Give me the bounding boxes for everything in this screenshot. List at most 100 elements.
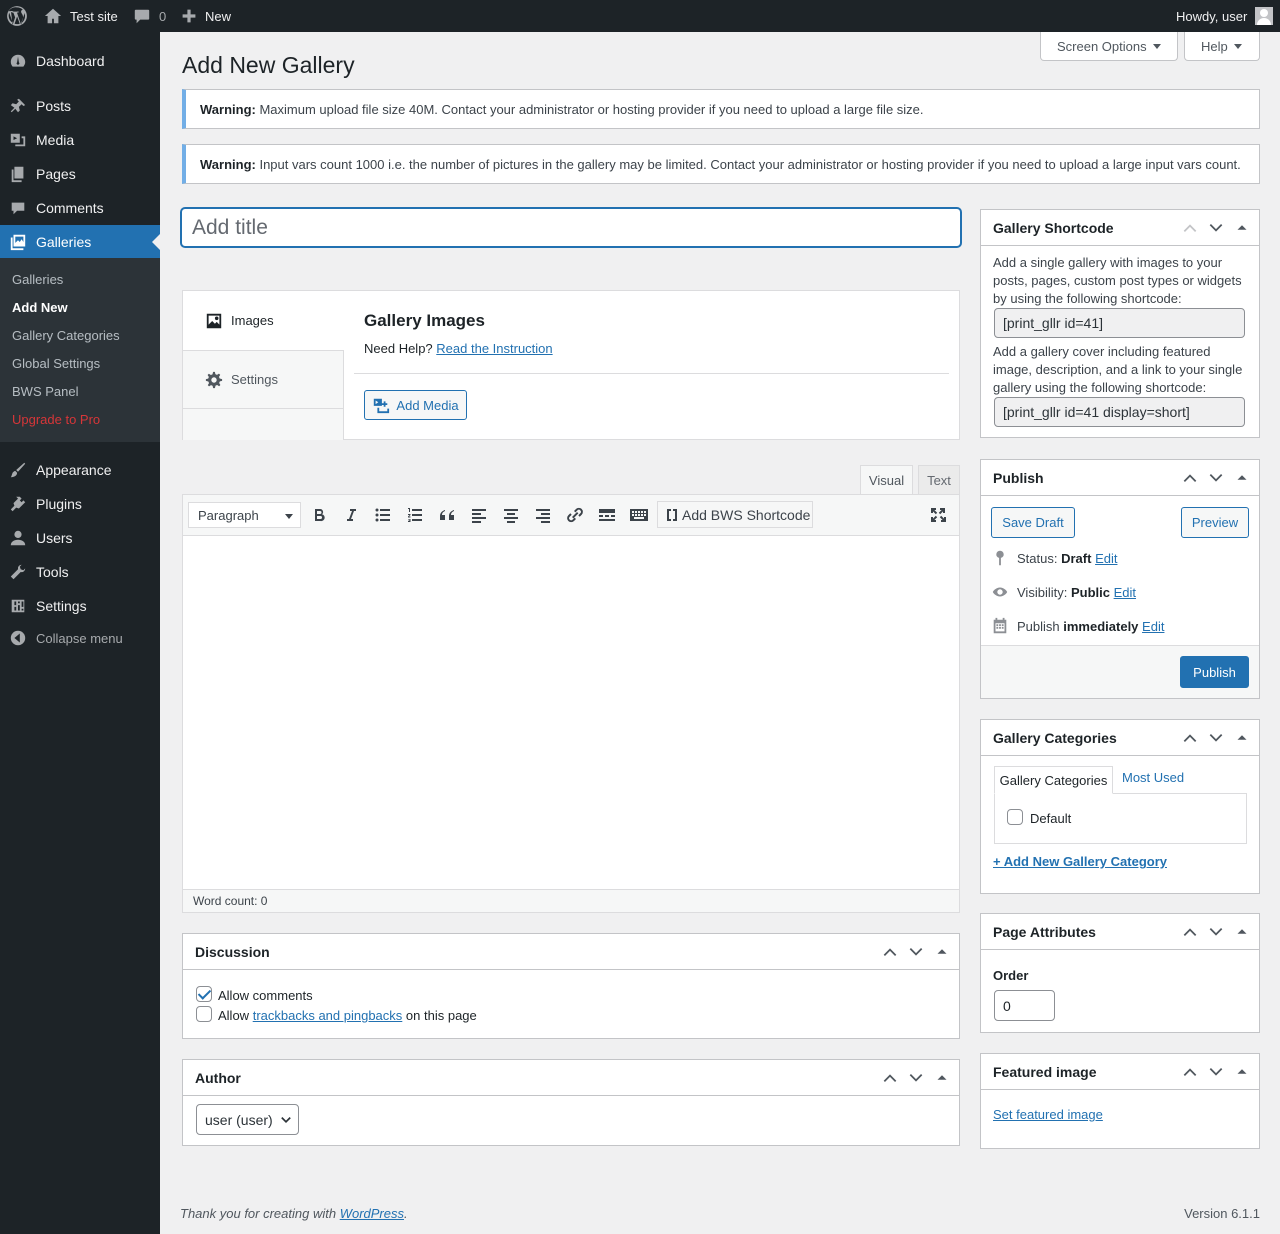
- submenu-item-bws-panel[interactable]: BWS Panel: [12, 384, 78, 399]
- collapse-triangle-icon[interactable]: [1233, 219, 1251, 237]
- bulleted-list-button[interactable]: [371, 502, 395, 528]
- tab-most-used[interactable]: Most Used: [1122, 770, 1184, 785]
- sidebar-item-plugins[interactable]: Plugins: [0, 487, 160, 521]
- shortcode-cover-field[interactable]: [print_gllr id=41 display=short]: [994, 397, 1245, 427]
- tab-images[interactable]: Images: [183, 291, 344, 350]
- screen-options-button[interactable]: Screen Options: [1040, 32, 1178, 61]
- chevron-down-icon[interactable]: [1207, 923, 1225, 941]
- add-bws-shortcode-button[interactable]: Add BWS Shortcode: [657, 501, 813, 528]
- chevron-down-icon[interactable]: [1207, 1063, 1225, 1081]
- sidebar-item-settings[interactable]: Settings: [0, 589, 160, 623]
- read-instruction-link[interactable]: Read the Instruction: [436, 341, 552, 356]
- tab-label: Images: [231, 313, 274, 328]
- tab-all-categories[interactable]: Gallery Categories: [994, 766, 1113, 794]
- edit-visibility-link[interactable]: Edit: [1114, 585, 1136, 600]
- insert-link-button[interactable]: [563, 502, 587, 528]
- chevron-up-icon[interactable]: [1181, 469, 1199, 487]
- submenu-item-gallery-categories[interactable]: Gallery Categories: [12, 328, 120, 343]
- user-icon: [8, 528, 28, 548]
- author-select[interactable]: user (user): [196, 1104, 299, 1135]
- save-draft-button[interactable]: Save Draft: [991, 507, 1075, 538]
- post-title-input[interactable]: [181, 208, 961, 247]
- shortcode-field[interactable]: [print_gllr id=41]: [994, 308, 1245, 338]
- chevron-up-icon[interactable]: [1181, 729, 1199, 747]
- allow-comments-checkbox[interactable]: [196, 986, 212, 1002]
- chevron-up-icon[interactable]: [881, 1069, 899, 1087]
- collapse-triangle-icon[interactable]: [1233, 923, 1251, 941]
- calendar-icon: [993, 617, 1007, 634]
- collapse-triangle-icon[interactable]: [1233, 1063, 1251, 1081]
- sidebar-item-posts[interactable]: Posts: [0, 89, 160, 123]
- blockquote-button[interactable]: [435, 502, 459, 528]
- sidebar-item-media[interactable]: Media: [0, 123, 160, 157]
- sidebar-item-tools[interactable]: Tools: [0, 555, 160, 589]
- sidebar-item-dashboard[interactable]: Dashboard: [0, 44, 160, 78]
- collapse-triangle-icon[interactable]: [933, 1069, 951, 1087]
- sidebar-item-users[interactable]: Users: [0, 521, 160, 555]
- align-right-button[interactable]: [531, 502, 555, 528]
- submenu-item-galleries[interactable]: Galleries: [12, 272, 63, 287]
- avatar: [1255, 7, 1274, 25]
- sidebar-item-pages[interactable]: Pages: [0, 157, 160, 191]
- chevron-up-icon[interactable]: [1181, 219, 1199, 237]
- publish-button[interactable]: Publish: [1180, 656, 1249, 688]
- align-left-button[interactable]: [467, 502, 491, 528]
- wordpress-link[interactable]: WordPress: [340, 1206, 404, 1221]
- sidebar-item-galleries[interactable]: Galleries: [0, 225, 160, 259]
- sidebar-item-appearance[interactable]: Appearance: [0, 453, 160, 487]
- edit-schedule-link[interactable]: Edit: [1142, 619, 1164, 634]
- chevron-down-icon[interactable]: [907, 943, 925, 961]
- dashboard-icon: [8, 51, 28, 71]
- tab-visual[interactable]: Visual: [860, 465, 913, 495]
- set-featured-image-link[interactable]: Set featured image: [993, 1107, 1103, 1122]
- paintbrush-icon: [8, 460, 28, 480]
- editor-box: Word count: 0: [182, 494, 960, 913]
- fullscreen-button[interactable]: [926, 502, 950, 528]
- format-select[interactable]: Paragraph: [188, 502, 301, 528]
- add-media-icon: [374, 398, 390, 414]
- tab-settings[interactable]: Settings: [183, 350, 344, 409]
- trackbacks-link[interactable]: trackbacks and pingbacks: [253, 1008, 403, 1023]
- chevron-up-icon[interactable]: [1181, 1063, 1199, 1081]
- help-button[interactable]: Help: [1184, 32, 1260, 61]
- align-right-icon: [536, 509, 550, 523]
- align-center-button[interactable]: [499, 502, 523, 528]
- link-icon: [567, 507, 583, 523]
- keyboard-icon: [630, 509, 648, 521]
- add-media-button[interactable]: Add Media: [364, 390, 467, 420]
- chevron-down-icon[interactable]: [1207, 469, 1225, 487]
- new-content-link[interactable]: New: [181, 0, 231, 32]
- chevron-up-icon[interactable]: [1181, 923, 1199, 941]
- category-default-checkbox[interactable]: [1007, 809, 1023, 825]
- collapse-triangle-icon[interactable]: [1233, 729, 1251, 747]
- gear-icon: [205, 371, 223, 388]
- numbered-list-button[interactable]: [403, 502, 427, 528]
- comments-link[interactable]: 0: [133, 0, 166, 32]
- collapse-triangle-icon[interactable]: [1233, 469, 1251, 487]
- chevron-up-icon[interactable]: [881, 943, 899, 961]
- chevron-down-icon[interactable]: [907, 1069, 925, 1087]
- gallery-categories-panel: Gallery Categories Gallery Categories Mo…: [980, 719, 1260, 894]
- submenu-item-global-settings[interactable]: Global Settings: [12, 356, 100, 371]
- chevron-down-icon[interactable]: [1207, 219, 1225, 237]
- add-new-category-link[interactable]: + Add New Gallery Category: [993, 854, 1167, 869]
- italic-button[interactable]: [339, 502, 363, 528]
- site-name-link[interactable]: Test site: [44, 0, 118, 32]
- submenu-item-upgrade-to-pro[interactable]: Upgrade to Pro: [12, 412, 100, 427]
- chevron-down-icon[interactable]: [1207, 729, 1225, 747]
- preview-button[interactable]: Preview: [1181, 507, 1249, 538]
- bold-button[interactable]: [307, 502, 331, 528]
- tab-text[interactable]: Text: [918, 465, 960, 494]
- read-more-button[interactable]: [595, 502, 619, 528]
- collapse-triangle-icon[interactable]: [933, 943, 951, 961]
- edit-status-link[interactable]: Edit: [1095, 551, 1117, 566]
- my-account-link[interactable]: Howdy, user: [1176, 0, 1274, 32]
- submenu-item-add-new[interactable]: Add New: [12, 300, 68, 315]
- order-input[interactable]: 0: [994, 990, 1055, 1021]
- sidebar-item-comments[interactable]: Comments: [0, 191, 160, 225]
- collapse-menu-button[interactable]: Collapse menu: [0, 621, 160, 655]
- toolbar-toggle-button[interactable]: [627, 502, 651, 528]
- align-left-icon: [472, 509, 486, 523]
- wordpress-logo-icon[interactable]: [6, 0, 28, 32]
- allow-pings-checkbox[interactable]: [196, 1006, 212, 1022]
